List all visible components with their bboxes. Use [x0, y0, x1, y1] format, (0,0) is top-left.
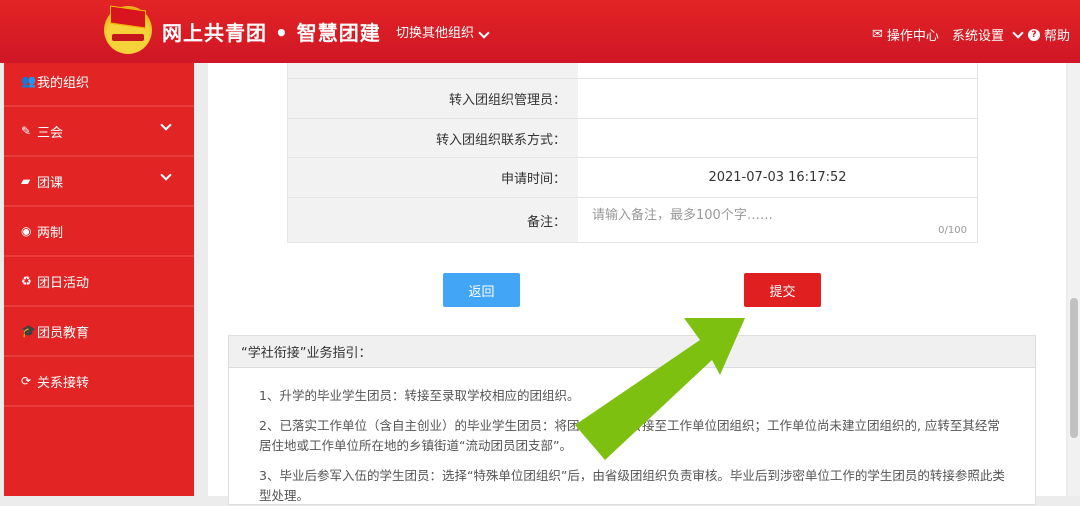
green-arrow-icon — [575, 318, 745, 460]
question-circle-icon: ? — [1028, 28, 1040, 41]
settings-dropdown[interactable]: 系统设置 — [952, 25, 1026, 44]
chevron-down-icon — [478, 27, 490, 39]
settings-label: 系统设置 — [952, 29, 1005, 44]
chevron-down-icon — [1012, 26, 1024, 39]
help-label: 帮助 — [1044, 29, 1071, 44]
youth-league-logo-icon — [104, 5, 152, 54]
help-link[interactable]: ? 帮助 — [1028, 25, 1070, 44]
top-header: 网上共青团 • 智慧团建 切换其他组织 ✉ 操作中心 系统设置 ? 帮助 — [0, 0, 1080, 63]
switch-org-dropdown[interactable]: 切换其他组织 — [396, 22, 492, 41]
envelope-icon: ✉ — [872, 27, 883, 42]
scrollbar[interactable] — [1068, 63, 1080, 496]
app-title: 网上共青团 • 智慧团建 — [162, 21, 381, 45]
switch-org-label: 切换其他组织 — [396, 26, 475, 41]
ops-center-label: 操作中心 — [886, 29, 939, 44]
scrollbar-thumb[interactable] — [1070, 298, 1078, 438]
ops-center-link[interactable]: ✉ 操作中心 — [872, 25, 939, 44]
